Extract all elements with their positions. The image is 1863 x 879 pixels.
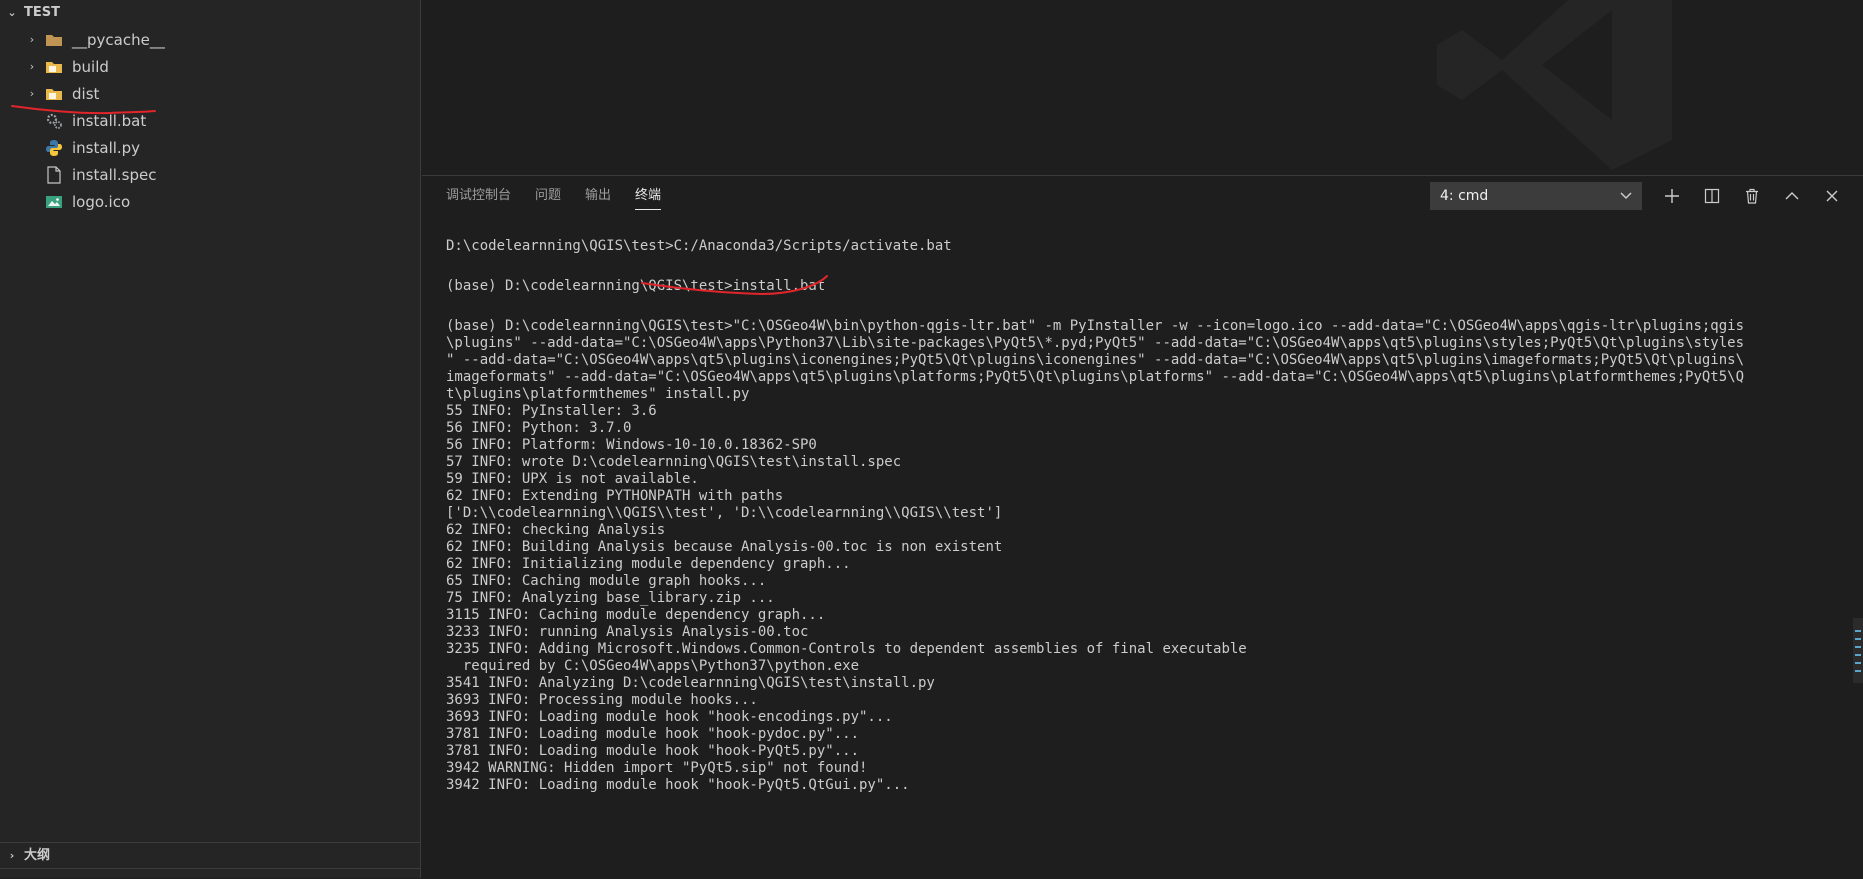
tree-item-label: logo.ico (72, 192, 131, 211)
panel-actions (1659, 182, 1845, 210)
terminal-output[interactable]: D:\codelearnning\QGIS\test>C:/Anaconda3/… (446, 238, 1841, 879)
tab-problems[interactable]: 问题 (535, 176, 561, 216)
terminal-line: D:\codelearnning\QGIS\test>C:/Anaconda3/… (446, 238, 952, 254)
outline-section-header[interactable]: › 大纲 (0, 842, 420, 868)
terminal-line: 3781 INFO: Loading module hook "hook-pyd… (446, 726, 860, 742)
terminal-line: 3541 INFO: Analyzing D:\codelearnning\QG… (446, 675, 935, 691)
chevron-down-icon (1620, 188, 1632, 204)
tab-terminal[interactable]: 终端 (635, 176, 662, 216)
tree-item-label: install.bat (72, 111, 147, 130)
panel-tabs: 调试控制台 问题 输出 终端 (446, 176, 662, 216)
terminal-line: 3235 INFO: Adding Microsoft.Windows.Comm… (446, 641, 1247, 657)
terminal-line: 56 INFO: Python: 3.7.0 (446, 420, 632, 436)
folder-icon (44, 31, 64, 49)
add-icon[interactable] (1659, 182, 1685, 210)
tree-file[interactable]: install.py (0, 134, 420, 161)
file-icon (44, 165, 64, 184)
terminal-line: 56 INFO: Platform: Windows-10-10.0.18362… (446, 437, 817, 453)
terminal-line: 57 INFO: wrote D:\codelearnning\QGIS\tes… (446, 454, 902, 470)
terminal-line: " --add-data="C:\OSGeo4W\apps\qt5\plugin… (446, 352, 1745, 368)
terminal-scrollbar[interactable] (1853, 618, 1863, 683)
timeline-section-header[interactable] (0, 868, 420, 879)
image-file-icon (44, 193, 64, 211)
chevron-right-icon: › (29, 33, 35, 46)
file-tree: › __pycache__ › build › dist install.bat instal… (0, 26, 420, 215)
terminal-line: 62 INFO: checking Analysis (446, 522, 666, 538)
bottom-panel: 调试控制台 问题 输出 终端 4: cmd D:\codelearnning\Q… (422, 175, 1863, 879)
tree-folder[interactable]: › build (0, 53, 420, 80)
chevron-right-icon: › (29, 87, 35, 100)
terminal-line: ['D:\\codelearnning\\QGIS\\test', 'D:\\c… (446, 505, 1003, 521)
terminal-line: 59 INFO: UPX is not available. (446, 471, 699, 487)
terminal-line: 62 INFO: Extending PYTHONPATH with paths (446, 488, 784, 504)
terminal-select-value: 4: cmd (1440, 188, 1489, 204)
terminal-line: 75 INFO: Analyzing base_library.zip ... (446, 590, 775, 606)
python-icon (44, 139, 64, 157)
tree-file[interactable]: install.spec (0, 161, 420, 188)
tree-item-label: install.spec (72, 165, 157, 184)
folder-yellow-icon (44, 58, 64, 76)
terminal-line: (base) D:\codelearnning\QGIS\test>instal… (446, 278, 826, 294)
terminal-line: t\plugins\platformthemes" install.py (446, 386, 750, 402)
terminal-line: \plugins" --add-data="C:\OSGeo4W\apps\Py… (446, 335, 1745, 351)
tree-item-label: install.py (72, 138, 141, 157)
chevron-right-icon: › (29, 60, 35, 73)
split-icon[interactable] (1699, 182, 1725, 210)
tree-file[interactable]: install.bat (0, 107, 420, 134)
chevron-right-icon: › (9, 848, 15, 862)
terminal-line: required by C:\OSGeo4W\apps\Python37\pyt… (446, 658, 860, 674)
terminal-line: 3693 INFO: Loading module hook "hook-enc… (446, 709, 893, 725)
terminal-line: 3781 INFO: Loading module hook "hook-PyQ… (446, 743, 860, 759)
trash-icon[interactable] (1739, 182, 1765, 210)
tree-folder[interactable]: › dist (0, 80, 420, 107)
tab-debug-console[interactable]: 调试控制台 (446, 176, 511, 216)
chevron-down-icon: ⌄ (7, 6, 17, 19)
tree-file[interactable]: logo.ico (0, 188, 420, 215)
terminal-line: 3233 INFO: running Analysis Analysis-00.… (446, 624, 809, 640)
outline-label: 大纲 (24, 847, 51, 863)
terminal-line: 3942 WARNING: Hidden import "PyQt5.sip" … (446, 760, 868, 776)
terminal-line: imageformats" --add-data="C:\OSGeo4W\app… (446, 369, 1745, 385)
vscode-logo-watermark-icon (1437, 0, 1672, 170)
explorer-root-label: TEST (24, 5, 60, 20)
editor-area (422, 0, 1863, 174)
terminal-line: 62 INFO: Building Analysis because Analy… (446, 539, 1003, 555)
gear-file-icon (44, 112, 64, 130)
terminal-line: 55 INFO: PyInstaller: 3.6 (446, 403, 657, 419)
explorer-root-header[interactable]: ⌄ TEST (0, 0, 420, 26)
close-icon[interactable] (1819, 182, 1845, 210)
tree-item-label: build (72, 57, 109, 76)
tree-item-label: __pycache__ (72, 30, 165, 49)
terminal-line: 3693 INFO: Processing module hooks... (446, 692, 758, 708)
terminal-line: 62 INFO: Initializing module dependency … (446, 556, 851, 572)
maximize-icon[interactable] (1779, 182, 1805, 210)
explorer-sidebar: ⌄ TEST › __pycache__ › build › dist install.ba… (0, 0, 421, 878)
folder-yellow-icon (44, 85, 64, 103)
terminal-line: 65 INFO: Caching module graph hooks... (446, 573, 767, 589)
terminal-line: 3115 INFO: Caching module dependency gra… (446, 607, 826, 623)
tree-item-label: dist (72, 84, 100, 103)
tab-output[interactable]: 输出 (585, 176, 611, 216)
terminal-line: 3942 INFO: Loading module hook "hook-PyQ… (446, 777, 910, 793)
tree-folder[interactable]: › __pycache__ (0, 26, 420, 53)
terminal-line: (base) D:\codelearnning\QGIS\test>"C:\OS… (446, 318, 1745, 334)
terminal-select[interactable]: 4: cmd (1430, 182, 1642, 210)
